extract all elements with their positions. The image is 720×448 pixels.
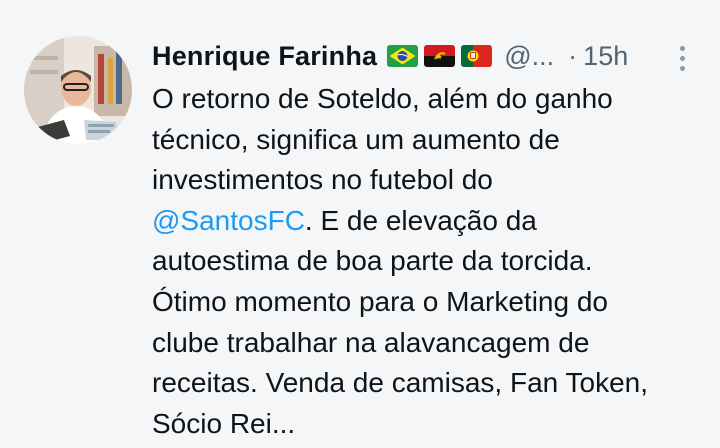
tweet-text-line-4-rest: . E de elevação da [304, 204, 537, 236]
tweet-text-line-1: O retorno de Soteldo, além do ganho [152, 83, 613, 114]
tweet-text-line-7: clube trabalhar na alavancagem de [152, 326, 590, 358]
tweet[interactable]: Henrique Farinha @... · 15h O retorno de… [0, 0, 720, 448]
author-name[interactable]: Henrique Farinha [152, 41, 377, 72]
tweet-text-line-2: técnico, significa um aumento de [152, 123, 560, 155]
mention-link[interactable]: @SantosFC [152, 205, 305, 236]
tweet-text: O retorno de Soteldo, além do ganho técn… [152, 79, 692, 444]
tweet-text-line-6: Ótimo momento para o Marketing do [152, 285, 608, 317]
tweet-text-line-9: Sócio Rei... [152, 407, 296, 439]
brazil-flag-icon [387, 45, 419, 67]
author-handle[interactable]: @... [504, 41, 554, 72]
portugal-flag-icon [461, 45, 493, 67]
more-options-icon[interactable] [672, 40, 692, 76]
tweet-timestamp[interactable]: 15h [583, 41, 628, 72]
tweet-text-line-8: receitas. Venda de camisas, Fan Token, [152, 367, 648, 399]
avatar-photo-icon [24, 36, 132, 144]
tweet-text-line-4: @SantosFC. E de elevação da [152, 201, 692, 242]
tweet-text-line-3: investimentos no futebol do [152, 164, 493, 196]
flag-emojis [387, 45, 498, 67]
angola-flag-icon [424, 45, 456, 67]
separator-dot: · [568, 40, 578, 71]
tweet-header: Henrique Farinha @... · 15h [152, 36, 672, 76]
tweet-text-line-5: autoestima de boa parte da torcida. [152, 245, 593, 277]
avatar[interactable] [24, 36, 132, 144]
